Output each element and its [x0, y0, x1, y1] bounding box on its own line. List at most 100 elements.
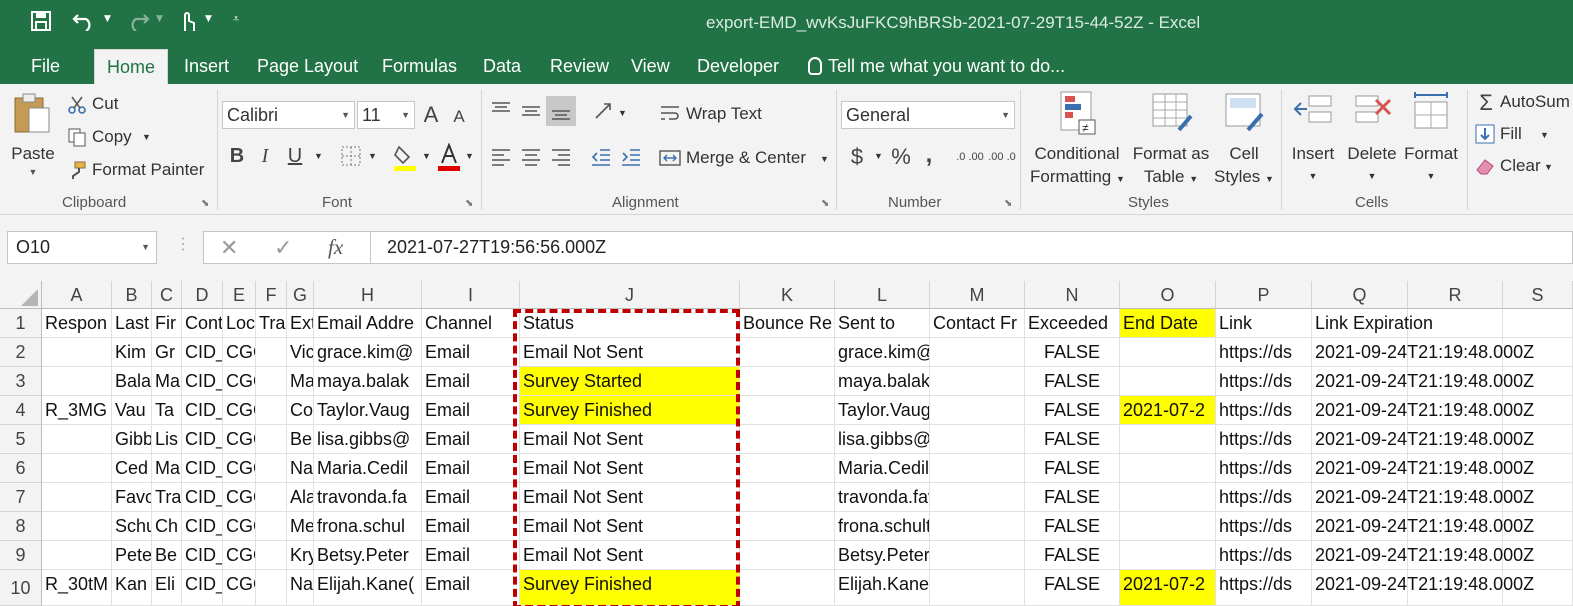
cell-e2[interactable]: CGC_Il	[223, 338, 256, 367]
cell-k5[interactable]	[740, 425, 835, 454]
merge-dropdown-icon[interactable]: ▼	[820, 154, 829, 164]
save-icon[interactable]	[28, 8, 54, 34]
cell-m1[interactable]: Contact Fr	[930, 309, 1025, 338]
cell-o10[interactable]: 2021-07-2	[1120, 570, 1216, 606]
cell-g8[interactable]: Me	[287, 512, 314, 541]
cell-c5[interactable]: Lis	[152, 425, 182, 454]
row-header[interactable]: 7	[0, 483, 42, 512]
cell-i5[interactable]: Email	[422, 425, 520, 454]
cell-k1[interactable]: Bounce Re	[740, 309, 835, 338]
cell-s1[interactable]	[1503, 309, 1573, 338]
undo-dropdown-icon[interactable]: ▼	[104, 14, 111, 24]
cell-e4[interactable]: CGC_a	[223, 396, 256, 425]
cell-j10[interactable]: Survey Finished	[520, 570, 740, 606]
cell-f5[interactable]	[256, 425, 287, 454]
cell-q1[interactable]: Link Expiration	[1312, 309, 1433, 338]
column-header-j[interactable]: J	[520, 281, 740, 309]
cell-h5[interactable]: lisa.gibbs@	[314, 425, 422, 454]
tab-file[interactable]: File	[31, 49, 60, 84]
column-header-a[interactable]: A	[42, 281, 112, 309]
cell-d3[interactable]: CID_	[182, 367, 223, 396]
cell-m2[interactable]	[930, 338, 1025, 367]
cell-k6[interactable]	[740, 454, 835, 483]
align-left-icon[interactable]	[488, 144, 514, 170]
cell-p7[interactable]: https://ds	[1216, 483, 1312, 512]
cell-b5[interactable]: Gibb	[112, 425, 152, 454]
cell-l10[interactable]: Elijah.Kane@sciences	[835, 570, 930, 606]
cell-a1[interactable]: Respon	[42, 309, 112, 338]
cell-k7[interactable]	[740, 483, 835, 512]
fill-color-icon[interactable]	[392, 142, 418, 172]
cell-c2[interactable]: Gr	[152, 338, 182, 367]
cell-n1[interactable]: Exceeded	[1025, 309, 1120, 338]
cell-e5[interactable]: CGC_G	[223, 425, 256, 454]
cell-o1[interactable]: End Date	[1120, 309, 1216, 338]
cell-c3[interactable]: Ma	[152, 367, 182, 396]
column-header-h[interactable]: H	[314, 281, 422, 309]
cell-q6[interactable]: 2021-09-24T21:19:48.000Z	[1312, 454, 1534, 483]
align-middle-icon[interactable]	[518, 98, 544, 124]
fill-button[interactable]: Fill	[1500, 124, 1522, 144]
borders-icon[interactable]	[338, 144, 364, 168]
cell-o7[interactable]	[1120, 483, 1216, 512]
cell-h10[interactable]: Elijah.Kane(	[314, 570, 422, 606]
cell-g2[interactable]: Vic	[287, 338, 314, 367]
cell-n8[interactable]: FALSE	[1025, 512, 1120, 541]
column-header-f[interactable]: F	[256, 281, 287, 309]
cell-m7[interactable]	[930, 483, 1025, 512]
cell-l9[interactable]: Betsy.Peterson@scie	[835, 541, 930, 570]
cell-g5[interactable]: Be	[287, 425, 314, 454]
cell-g3[interactable]: Ma	[287, 367, 314, 396]
column-header-m[interactable]: M	[930, 281, 1025, 309]
cell-k10[interactable]	[740, 570, 835, 606]
cell-q7[interactable]: 2021-09-24T21:19:48.000Z	[1312, 483, 1534, 512]
cut-button[interactable]: Cut	[92, 94, 118, 114]
cell-g7[interactable]: Ala	[287, 483, 314, 512]
cell-p10[interactable]: https://ds	[1216, 570, 1312, 606]
cell-e3[interactable]: CGC_F	[223, 367, 256, 396]
tab-home[interactable]: Home	[94, 49, 169, 84]
cell-p8[interactable]: https://ds	[1216, 512, 1312, 541]
column-header-c[interactable]: C	[152, 281, 182, 309]
cell-m4[interactable]	[930, 396, 1025, 425]
cell-l2[interactable]: grace.kim@sciencear	[835, 338, 930, 367]
cell-i6[interactable]: Email	[422, 454, 520, 483]
cell-h9[interactable]: Betsy.Peter	[314, 541, 422, 570]
cell-k3[interactable]	[740, 367, 835, 396]
cell-d4[interactable]: CID_	[182, 396, 223, 425]
tab-view[interactable]: View	[631, 49, 670, 84]
clipboard-launcher-icon[interactable]: ⬊	[201, 198, 209, 209]
cell-b10[interactable]: Kan	[112, 570, 152, 606]
align-top-icon[interactable]	[488, 98, 514, 124]
row-header[interactable]: 4	[0, 396, 42, 425]
cell-q8[interactable]: 2021-09-24T21:19:48.000Z	[1312, 512, 1534, 541]
copy-button[interactable]: Copy	[92, 127, 132, 147]
insert-cells-button[interactable]: Insert ▼	[1286, 90, 1340, 188]
delete-cells-button[interactable]: Delete ▼	[1344, 90, 1400, 188]
currency-dropdown-icon[interactable]: ▼	[874, 151, 883, 161]
cell-c6[interactable]: Ma	[152, 454, 182, 483]
borders-dropdown-icon[interactable]: ▼	[368, 151, 377, 161]
column-header-d[interactable]: D	[182, 281, 223, 309]
cell-e6[interactable]: CGC_f	[223, 454, 256, 483]
column-header-k[interactable]: K	[740, 281, 835, 309]
cell-o5[interactable]	[1120, 425, 1216, 454]
cell-o4[interactable]: 2021-07-2	[1120, 396, 1216, 425]
font-name-select[interactable]: Calibri ▼	[222, 101, 355, 129]
cell-n4[interactable]: FALSE	[1025, 396, 1120, 425]
format-cells-button[interactable]: Format ▼	[1400, 90, 1462, 188]
cell-d10[interactable]: CID_	[182, 570, 223, 606]
paste-button[interactable]: Paste ▼	[10, 92, 56, 179]
row-header[interactable]: 10	[0, 570, 42, 606]
drag-handle-icon[interactable]: ⋮	[175, 234, 191, 254]
cell-h7[interactable]: travonda.fa	[314, 483, 422, 512]
cell-f6[interactable]	[256, 454, 287, 483]
redo-icon[interactable]	[124, 8, 152, 34]
cell-i10[interactable]: Email	[422, 570, 520, 606]
orientation-dropdown-icon[interactable]: ▼	[618, 108, 627, 118]
cell-p2[interactable]: https://ds	[1216, 338, 1312, 367]
cell-h2[interactable]: grace.kim@	[314, 338, 422, 367]
cell-j2[interactable]: Email Not Sent	[520, 338, 740, 367]
cell-d2[interactable]: CID_	[182, 338, 223, 367]
cell-f3[interactable]	[256, 367, 287, 396]
